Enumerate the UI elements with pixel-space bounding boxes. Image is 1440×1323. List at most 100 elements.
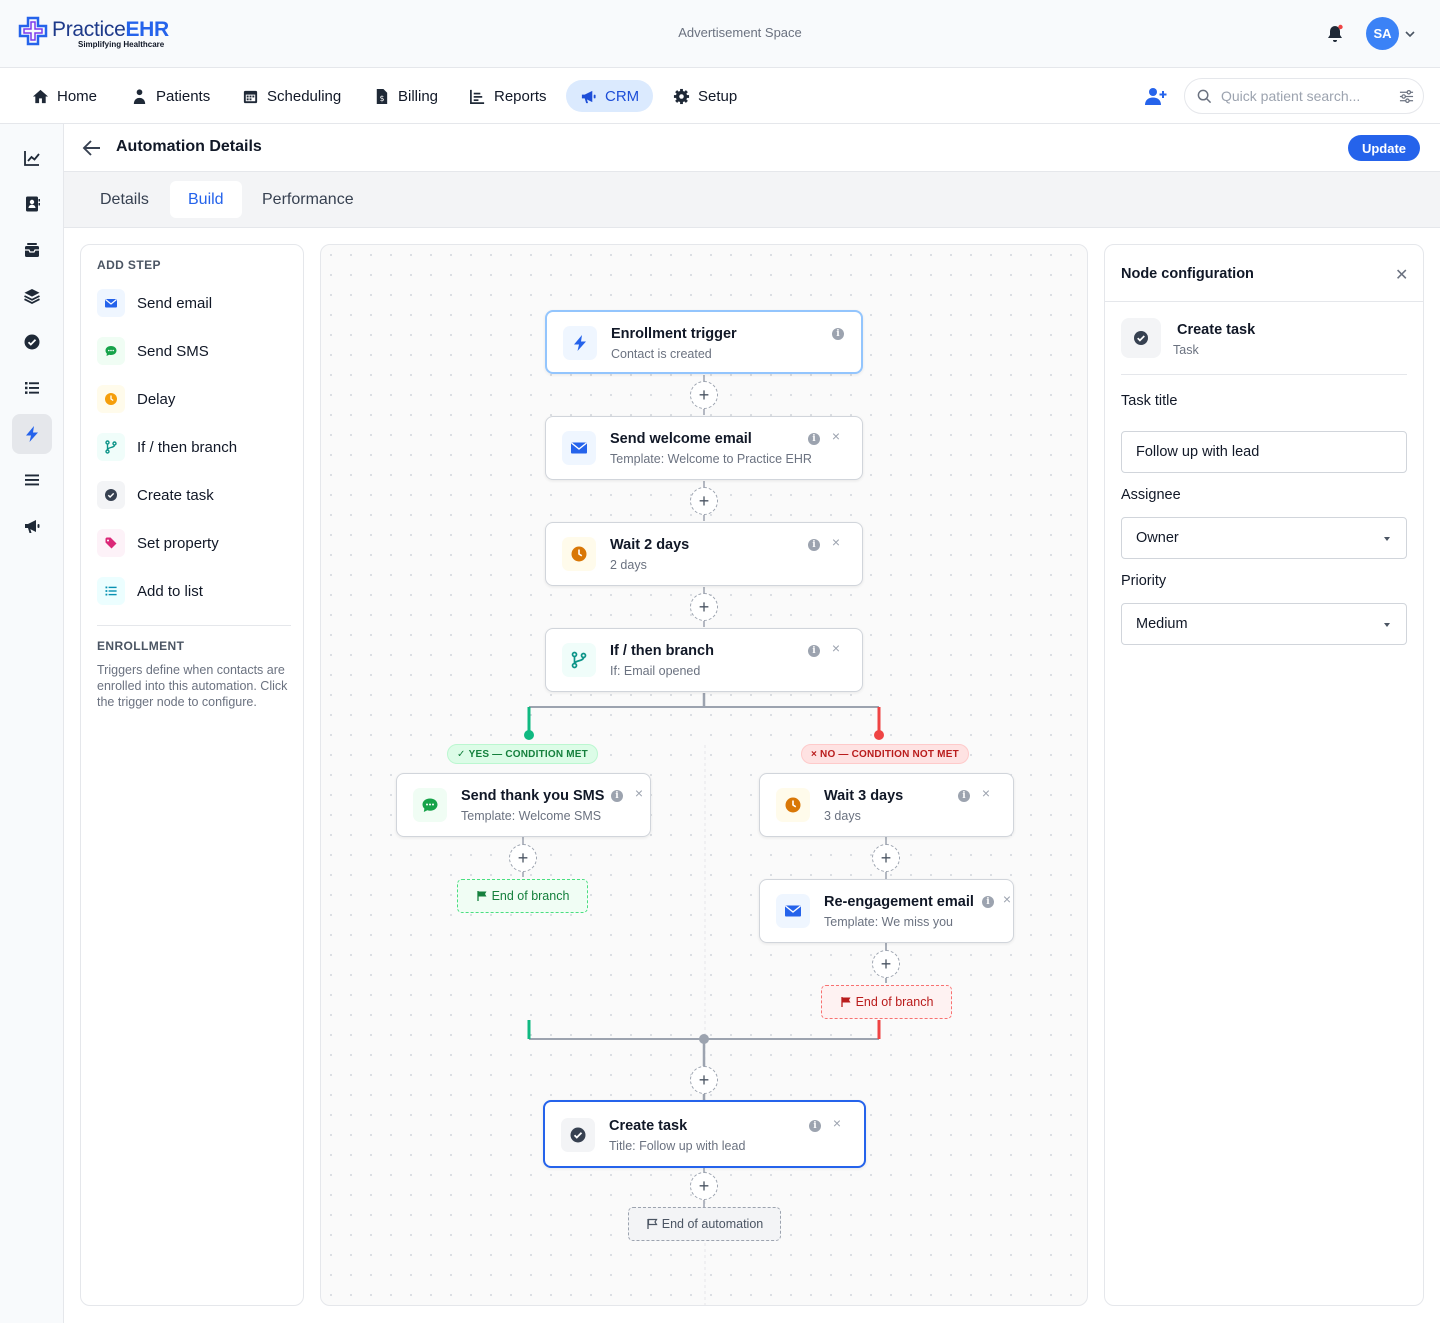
add-step-plus-button[interactable]: + [872,950,900,978]
rail-item-campaigns[interactable] [12,506,52,546]
nav-item-reports[interactable]: Reports [455,80,561,112]
rail-item-tasks[interactable] [12,322,52,362]
flag-icon [840,997,851,1007]
page-header: Automation Details Update [64,124,1440,172]
rail-item-contacts[interactable] [12,184,52,224]
gear-icon [673,88,690,104]
info-icon[interactable]: i [958,790,970,802]
info-icon[interactable]: i [982,896,994,908]
info-icon[interactable]: i [809,1120,821,1132]
nav-item-label: Scheduling [267,87,342,105]
nav-item-scheduling[interactable]: Scheduling [228,80,355,112]
add-step-if-then-branch[interactable]: If / then branch [97,430,287,464]
nav-item-patients[interactable]: Patients [117,80,224,112]
add-step-heading: ADD STEP [97,258,161,272]
workflow-canvas[interactable]: Enrollment trigger Contact is created i … [320,244,1088,1306]
task-title-input[interactable]: Follow up with lead [1121,431,1407,473]
step-label: If / then branch [137,438,238,456]
quick-patient-search[interactable] [1184,78,1424,114]
add-step-plus-button[interactable]: + [690,593,718,621]
info-icon[interactable]: i [808,645,820,657]
node-subtitle: Contact is created [611,347,712,361]
notification-bell-icon[interactable] [1325,24,1345,44]
back-arrow-icon[interactable] [82,139,102,157]
node-if-then-branch[interactable]: If / then branch If: Email opened i × [545,628,863,692]
page-title: Automation Details [116,138,262,155]
rail-item-inbox[interactable] [12,230,52,270]
node-wait-2-days[interactable]: Wait 2 days 2 days i × [545,522,863,586]
logo-tagline: Simplifying Healthcare [78,40,165,49]
nav-item-label: Reports [494,87,547,105]
caret-down-icon [1384,537,1390,541]
info-icon[interactable]: i [808,539,820,551]
node-title: Send welcome email [610,431,752,447]
add-step-add-to-list[interactable]: Add to list [97,574,287,608]
nav-item-home[interactable]: Home [18,80,111,112]
menu-icon [25,474,39,486]
node-wait-3-days[interactable]: Wait 3 days 3 days i × [759,773,1014,837]
inbox-icon [25,243,39,257]
close-icon[interactable]: × [829,641,843,655]
node-subtitle: 2 days [610,558,647,572]
rail-item-lists[interactable] [12,368,52,408]
node-title: Send thank you SMS [461,788,605,804]
check-icon: ✓ [457,748,466,760]
info-icon[interactable]: i [808,433,820,445]
close-icon[interactable]: × [1000,892,1014,906]
add-step-plus-button[interactable]: + [509,844,537,872]
add-step-plus-button[interactable]: + [690,1066,718,1094]
tab-build[interactable]: Build [170,181,242,218]
close-icon[interactable]: × [829,535,843,549]
filter-sliders-icon[interactable] [1399,89,1414,104]
add-step-plus-button[interactable]: + [690,1172,718,1200]
add-step-create-task[interactable]: Create task [97,478,287,512]
rail-item-menu[interactable] [12,460,52,500]
add-step-send-email[interactable]: Send email [97,286,287,320]
rail-item-layers[interactable] [12,276,52,316]
info-icon[interactable]: i [832,328,844,340]
node-send-thank-you-sms[interactable]: Send thank you SMS Template: Welcome SMS… [396,773,651,837]
mail-icon [776,894,810,928]
sms-icon [413,788,447,822]
node-subtitle: If: Email opened [610,664,701,678]
rail-item-analytics[interactable] [12,138,52,178]
search-input[interactable] [1221,88,1391,104]
check-circle-icon [1121,318,1161,358]
add-patient-icon[interactable] [1145,86,1167,106]
close-icon[interactable]: × [830,1116,844,1130]
enrollment-heading: ENROLLMENT [97,639,185,653]
close-icon[interactable]: ✕ [1395,265,1408,285]
nav-item-billing[interactable]: $ Billing [359,80,452,112]
tab-details[interactable]: Details [82,181,167,218]
rail-item-automations[interactable] [12,414,52,454]
node-title: Create task [609,1118,688,1134]
nav-item-crm[interactable]: CRM [566,80,654,112]
add-step-plus-button[interactable]: + [690,487,718,515]
close-icon[interactable]: × [979,786,993,800]
node-re-engagement-email[interactable]: Re-engagement email Template: We miss yo… [759,879,1014,943]
node-send-welcome-email[interactable]: Send welcome email Template: Welcome to … [545,416,863,480]
node-enrollment-trigger[interactable]: Enrollment trigger Contact is created i [545,310,863,374]
node-create-task[interactable]: Create task Title: Follow up with lead i… [543,1100,866,1168]
node-subtitle: Template: Welcome SMS [461,809,602,823]
tag-icon [97,529,125,557]
chevron-down-icon[interactable] [1404,28,1416,40]
update-button[interactable]: Update [1348,135,1420,161]
user-avatar[interactable]: SA [1366,17,1399,50]
calendar-icon [243,90,258,103]
config-node-type: Task [1173,343,1199,357]
contacts-icon [26,196,40,212]
add-step-set-property[interactable]: Set property [97,526,287,560]
tab-performance[interactable]: Performance [244,181,372,218]
nav-item-setup[interactable]: Setup [659,80,751,112]
close-icon[interactable]: × [632,786,646,800]
close-icon[interactable]: × [829,429,843,443]
priority-select[interactable]: Medium [1121,603,1407,645]
nav-item-label: Patients [156,87,211,105]
info-icon[interactable]: i [611,790,623,802]
add-step-plus-button[interactable]: + [872,844,900,872]
add-step-plus-button[interactable]: + [690,381,718,409]
assignee-select[interactable]: Owner [1121,517,1407,559]
add-step-delay[interactable]: Delay [97,382,287,416]
add-step-send-sms[interactable]: Send SMS [97,334,287,368]
